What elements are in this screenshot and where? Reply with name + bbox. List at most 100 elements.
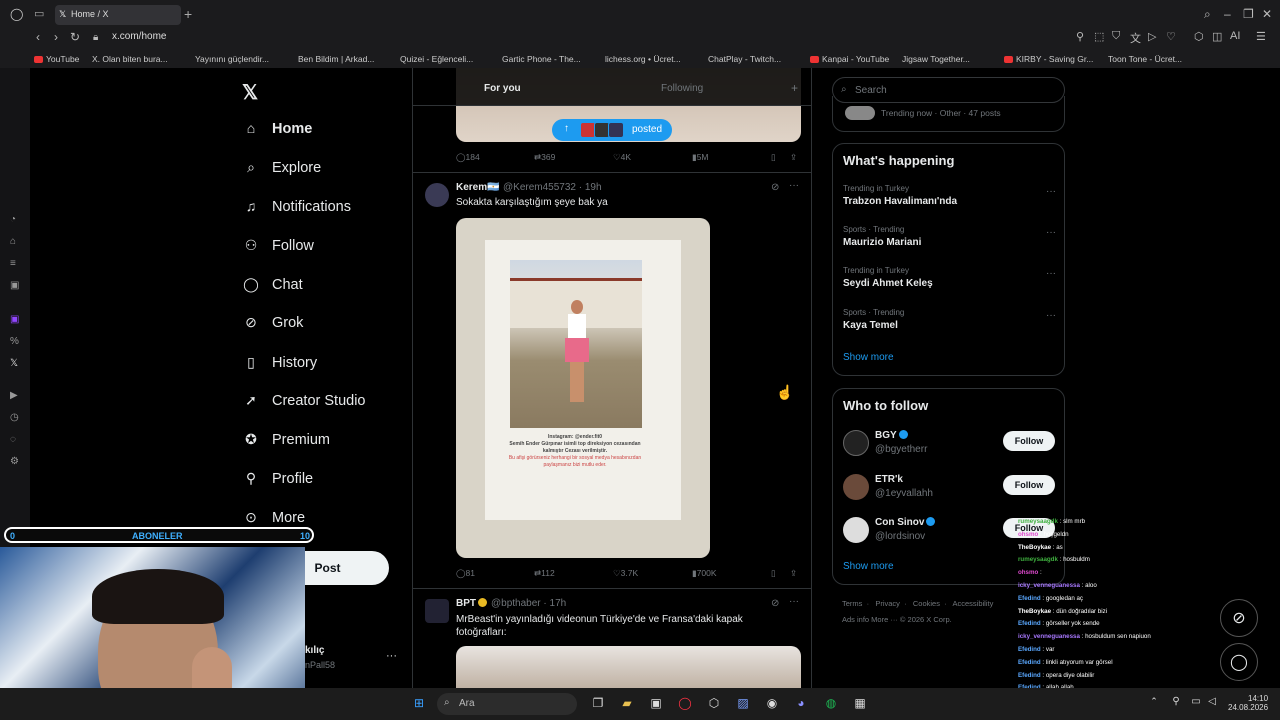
follow-button[interactable]: Follow <box>1003 431 1055 451</box>
bookmark-item[interactable]: YouTube <box>34 54 79 64</box>
trend-item[interactable]: Sports · Trending Maurizio Mariani ··· <box>843 225 1056 248</box>
shield-icon[interactable]: ⛉ <box>1112 30 1120 43</box>
display-icon[interactable]: ▭ <box>1188 696 1204 712</box>
more-options-icon[interactable]: ··· <box>789 180 799 191</box>
footer-link[interactable]: Privacy <box>875 599 900 608</box>
reply-button[interactable]: ◯ 81 <box>456 568 475 579</box>
stack-icon[interactable]: ≡ <box>10 258 16 269</box>
tab-following[interactable]: Following <box>661 83 703 94</box>
play-icon[interactable]: ▷ <box>1148 30 1156 43</box>
reload-button[interactable]: ↻ <box>70 30 80 44</box>
more-options-icon[interactable]: ··· <box>1046 268 1056 279</box>
translate-icon[interactable]: 文 <box>1130 30 1141 46</box>
like-button[interactable]: ♡ 4K <box>613 152 631 163</box>
snapshot-icon[interactable]: ⬚ <box>1094 30 1104 43</box>
forward-button[interactable]: › <box>54 30 58 44</box>
bookmark-item[interactable]: Jigsaw Together... <box>902 54 970 64</box>
avatar[interactable] <box>425 599 449 623</box>
taskbar-search[interactable]: ⌕ Ara <box>437 693 577 715</box>
avatar[interactable] <box>843 430 869 456</box>
bookmark-item[interactable]: ChatPlay - Twitch... <box>708 54 781 64</box>
minimize-button[interactable]: – <box>1224 7 1231 21</box>
unity-icon[interactable]: ⬡ <box>706 696 722 712</box>
system-clock[interactable]: 14:10 24.08.2026 <box>1228 694 1268 712</box>
heart-icon[interactable]: ♡ <box>1166 30 1176 43</box>
views-button[interactable]: ▮ 5M <box>692 152 709 163</box>
tray-chevron-icon[interactable]: ⌃ <box>1146 696 1162 712</box>
bag-icon[interactable]: ⌂ <box>10 236 16 247</box>
percent-icon[interactable]: % <box>10 336 19 347</box>
trend-item[interactable]: Trending in Turkey Trabzon Havalimanı'nda… <box>843 184 1056 207</box>
avatar[interactable] <box>425 183 449 207</box>
chat-username[interactable]: ohsmo <box>1018 531 1038 538</box>
footer-link[interactable]: Accessibility <box>952 599 993 608</box>
chat-username[interactable]: icky_venneguanessa <box>1018 633 1080 640</box>
twitch-icon[interactable]: ▣ <box>10 314 19 325</box>
bookmark-item[interactable]: lichess.org • Ücret... <box>605 54 681 64</box>
chat-username[interactable]: rumeysaagdk <box>1018 518 1058 525</box>
player-icon[interactable]: ▶ <box>10 390 18 401</box>
footer-link[interactable]: Terms <box>842 599 862 608</box>
share-button[interactable]: ⇪ <box>790 568 797 579</box>
grok-icon[interactable]: ⊘ <box>771 598 779 609</box>
post-author-name[interactable]: Kerem🇦🇷 <box>456 182 500 193</box>
repost-button[interactable]: ⇄ 369 <box>534 152 555 163</box>
bookmark-item[interactable]: Yayınını güçlendir... <box>195 54 269 64</box>
bookmark-item[interactable]: Kanpai - YouTube <box>810 54 889 64</box>
show-more-link[interactable]: Show more <box>843 561 894 572</box>
microphone-icon[interactable]: ⚲ <box>1168 696 1184 712</box>
more-options-icon[interactable]: ··· <box>1046 227 1056 238</box>
show-more-link[interactable]: Show more <box>843 352 894 363</box>
bookmark-item[interactable]: Quizei - Eğlenceli... <box>400 54 473 64</box>
chat-username[interactable]: Efedind <box>1018 646 1041 653</box>
pin-icon[interactable]: ⚲ <box>1076 30 1084 43</box>
windows-start-icon[interactable]: ⊞ <box>411 696 427 712</box>
add-feed-icon[interactable]: + <box>791 81 798 95</box>
store-icon[interactable]: ▣ <box>648 696 664 712</box>
post-author-handle[interactable]: @Kerem455732 · 19h <box>503 182 602 193</box>
tab-manager-icon[interactable]: ▭ <box>34 7 44 20</box>
editor-icon[interactable]: ▨ <box>735 696 751 712</box>
bookmark-item[interactable]: Gartic Phone - The... <box>502 54 581 64</box>
new-posts-pill[interactable]: ↑ posted <box>552 119 672 141</box>
x-logo-icon[interactable]: 𝕏 <box>242 80 258 105</box>
post-author-name[interactable]: BPT <box>456 598 487 609</box>
more-options-icon[interactable]: ··· <box>1046 186 1056 197</box>
messages-fab-button[interactable]: ◯ <box>1220 643 1258 681</box>
close-window-button[interactable]: ✕ <box>1262 7 1272 21</box>
views-button[interactable]: ▮ 700K <box>692 568 717 579</box>
chat-username[interactable]: Efedind <box>1018 595 1041 602</box>
chat-username[interactable]: Efedind <box>1018 620 1041 627</box>
extensions-icon[interactable]: ⬡ <box>1194 30 1204 43</box>
task-view-icon[interactable]: ❐ <box>590 696 606 712</box>
chat-username[interactable]: icky_venneguanessa <box>1018 582 1080 589</box>
avatar[interactable] <box>843 517 869 543</box>
chat-username[interactable]: rumeysaagdk <box>1018 556 1058 563</box>
wallet-icon[interactable]: ◫ <box>1212 30 1222 43</box>
chat-username[interactable]: Efedind <box>1018 672 1041 679</box>
address-bar[interactable]: x.com/home <box>112 31 166 42</box>
history-icon[interactable]: ◷ <box>10 412 19 423</box>
opera-logo-icon[interactable]: ◯ <box>10 7 23 21</box>
maximize-button[interactable]: ❐ <box>1243 7 1254 21</box>
tab-for-you[interactable]: For you <box>484 83 521 94</box>
reply-button[interactable]: ◯ 184 <box>456 152 480 163</box>
bookmark-item[interactable]: X. Olan biten bura... <box>92 54 168 64</box>
discord-icon[interactable]: ◕ <box>793 696 809 712</box>
tab-home-x[interactable]: 𝕏 Home / X <box>55 5 181 25</box>
chat-username[interactable]: TheBoykae <box>1018 608 1051 615</box>
bell-icon[interactable]: ◌ <box>10 434 16 445</box>
bookmark-button[interactable]: ▯ <box>771 568 776 579</box>
search-tabs-icon[interactable]: ⌕ <box>1204 7 1211 22</box>
speed-dial-icon[interactable]: ◔ <box>10 214 16 225</box>
like-button[interactable]: ♡ 3.7K <box>613 568 638 579</box>
account-name[interactable]: kılıç <box>305 645 324 656</box>
search-input[interactable]: ⌕ Search <box>832 77 1065 103</box>
obs-icon[interactable]: ◉ <box>764 696 780 712</box>
bookmark-item[interactable]: KIRBY - Saving Gr... <box>1004 54 1093 64</box>
new-tab-button[interactable]: + <box>184 6 192 22</box>
back-button[interactable]: ‹ <box>36 30 40 44</box>
speaker-icon[interactable]: ◁ <box>1204 696 1220 712</box>
avatar[interactable] <box>843 474 869 500</box>
file-explorer-icon[interactable]: ▰ <box>619 696 635 712</box>
